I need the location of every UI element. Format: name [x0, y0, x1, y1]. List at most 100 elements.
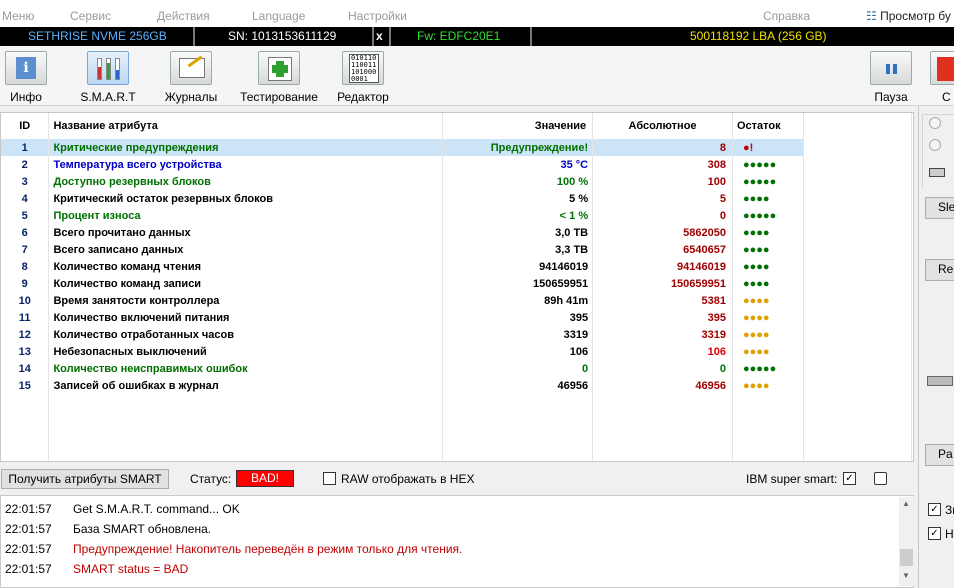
column-rest[interactable]: Остаток	[732, 113, 804, 139]
menu-item-language[interactable]: Language	[252, 9, 305, 23]
table-row[interactable]: 14 Количество неисправимых ошибок 0 0 ●●●●●	[1, 360, 804, 377]
empty-cell	[1, 394, 50, 411]
toggle-indicator[interactable]	[929, 168, 945, 177]
grid-line	[911, 113, 912, 461]
table-row[interactable]: 11 Количество включений питания 395 395 ●●●●	[1, 309, 804, 326]
attr-value: 395	[442, 309, 594, 326]
status-label: Статус:	[190, 472, 232, 486]
attr-absolute: 395	[592, 309, 733, 326]
table-row[interactable]: 5 Процент износа < 1 % 0 ●●●●●	[1, 207, 804, 224]
editor-button[interactable]: 010110 110011 101000 0001 Редактор	[334, 49, 392, 105]
log-time: 22:01:57	[5, 502, 52, 516]
attr-rest: ●●●●	[732, 224, 804, 241]
table-row[interactable]: 12 Количество отработанных часов 3319 3319 ●…	[1, 326, 804, 343]
column-value[interactable]: Значение	[442, 113, 594, 139]
journals-button[interactable]: Журналы	[163, 49, 219, 105]
attr-value: 89h 41m	[442, 292, 594, 309]
log-scrollbar[interactable]: ▲ ▼	[899, 497, 914, 586]
attr-rest: ●●●●	[732, 326, 804, 343]
attr-rest: ●●●●●	[732, 173, 804, 190]
attr-rest: ●●●●●	[732, 207, 804, 224]
stop-button[interactable]: С	[930, 49, 954, 105]
empty-cell	[732, 411, 804, 428]
menu-item-menu[interactable]: Меню	[2, 9, 34, 23]
extra-checkbox[interactable]	[874, 472, 887, 485]
separator	[193, 27, 195, 46]
table-row[interactable]: 1 Критические предупреждения Предупреждени…	[1, 139, 804, 156]
view-button[interactable]: ☷ Просмотр бу	[866, 9, 951, 23]
empty-cell	[1, 411, 50, 428]
pause-side-button[interactable]: Pa	[925, 444, 954, 466]
ibm-super-smart-checkbox[interactable]: ✓	[843, 472, 856, 485]
table-row[interactable]: 6 Всего прочитано данных 3,0 ТВ 5862050 ●●●●	[1, 224, 804, 241]
attr-id: 11	[1, 309, 50, 326]
menu-item-actions[interactable]: Действия	[157, 9, 210, 23]
view-label: Просмотр бу	[880, 9, 951, 23]
get-smart-button[interactable]: Получить атрибуты SMART	[1, 469, 169, 489]
menu-item-help[interactable]: Справка	[763, 9, 810, 23]
pause-icon	[870, 51, 912, 85]
table-row[interactable]: 9 Количество команд записи 150659951 150659…	[1, 275, 804, 292]
table-row[interactable]: 13 Небезопасных выключений 106 106 ●●●●	[1, 343, 804, 360]
status-badge: BAD!	[236, 470, 294, 487]
reset-button[interactable]: Re	[925, 259, 954, 281]
attr-id: 15	[1, 377, 50, 394]
stop-icon	[930, 51, 954, 85]
attr-id: 14	[1, 360, 50, 377]
attr-value: 0	[442, 360, 594, 377]
sound-checkbox-label: Зв	[945, 503, 954, 517]
column-absolute[interactable]: Абсолютное	[592, 113, 733, 139]
empty-cell	[592, 428, 733, 445]
menu-item-service[interactable]: Сервис	[70, 9, 111, 23]
radio-option-2[interactable]	[929, 139, 941, 151]
attr-rest: ●●●●	[732, 309, 804, 326]
log-message: Предупреждение! Накопитель переведён в р…	[73, 542, 463, 556]
table-row[interactable]: 15 Записей об ошибках в журнал 46956 46956 ●…	[1, 377, 804, 394]
empty-cell	[48, 411, 444, 428]
smart-icon	[87, 51, 129, 85]
attr-name: Процент износа	[48, 207, 444, 224]
attr-rest: ●●●●●	[732, 360, 804, 377]
attr-name: Время занятости контроллера	[48, 292, 444, 309]
table-row[interactable]: 4 Критический остаток резервных блоков 5 %…	[1, 190, 804, 207]
smart-attributes-table[interactable]: ID Название атрибута Значение Абсолютное…	[0, 112, 914, 462]
log-message: База SMART обновлена.	[73, 522, 212, 536]
attr-absolute: 8	[592, 139, 733, 156]
attr-absolute: 5	[592, 190, 733, 207]
device-model[interactable]: SETHRISE NVME 256GB	[28, 29, 167, 43]
attr-rest: ●●●●●	[732, 156, 804, 173]
table-row[interactable]: 7 Всего записано данных 3,3 ТВ 6540657 ●●●●	[1, 241, 804, 258]
table-row[interactable]: 10 Время занятости контроллера 89h 41m 5381…	[1, 292, 804, 309]
raw-hex-checkbox[interactable]	[323, 472, 336, 485]
scroll-down-icon[interactable]: ▼	[902, 571, 910, 580]
table-row[interactable]: 8 Количество команд чтения 94146019 9414601…	[1, 258, 804, 275]
table-row[interactable]: 2 Температура всего устройства 35 °C 308 ●●●…	[1, 156, 804, 173]
scroll-thumb[interactable]	[900, 549, 913, 566]
scroll-up-icon[interactable]: ▲	[902, 499, 910, 508]
sleep-button[interactable]: Sle	[925, 197, 954, 219]
log-panel[interactable]: 22:01:57 Get S.M.A.R.T. command... OK 22:…	[0, 495, 914, 588]
device-serial: SN: 1013153611129	[228, 29, 337, 43]
option-checkbox[interactable]: ✓	[928, 527, 941, 540]
slider-indicator[interactable]	[927, 376, 953, 386]
testing-button[interactable]: Тестирование	[237, 49, 321, 105]
attr-value: 35 °C	[442, 156, 594, 173]
info-button[interactable]: i Инфо	[4, 49, 48, 105]
log-time: 22:01:57	[5, 522, 52, 536]
column-id[interactable]: ID	[1, 113, 50, 139]
attr-id: 13	[1, 343, 50, 360]
smart-button[interactable]: S.M.A.R.T	[80, 49, 136, 105]
attr-id: 10	[1, 292, 50, 309]
column-name[interactable]: Название атрибута	[48, 113, 444, 139]
attr-value: 3,0 ТВ	[442, 224, 594, 241]
pause-button[interactable]: Пауза	[866, 49, 916, 105]
attr-name: Количество команд записи	[48, 275, 444, 292]
menu-item-settings[interactable]: Настройки	[348, 9, 407, 23]
status-bar: Получить атрибуты SMART Статус: BAD! RAW…	[0, 465, 914, 491]
empty-cell	[48, 428, 444, 445]
sound-checkbox[interactable]: ✓	[928, 503, 941, 516]
radio-option-1[interactable]	[929, 117, 941, 129]
empty-cell	[1, 428, 50, 445]
device-close-button[interactable]: x	[376, 29, 383, 43]
table-row[interactable]: 3 Доступно резервных блоков 100 % 100 ●●●●●	[1, 173, 804, 190]
